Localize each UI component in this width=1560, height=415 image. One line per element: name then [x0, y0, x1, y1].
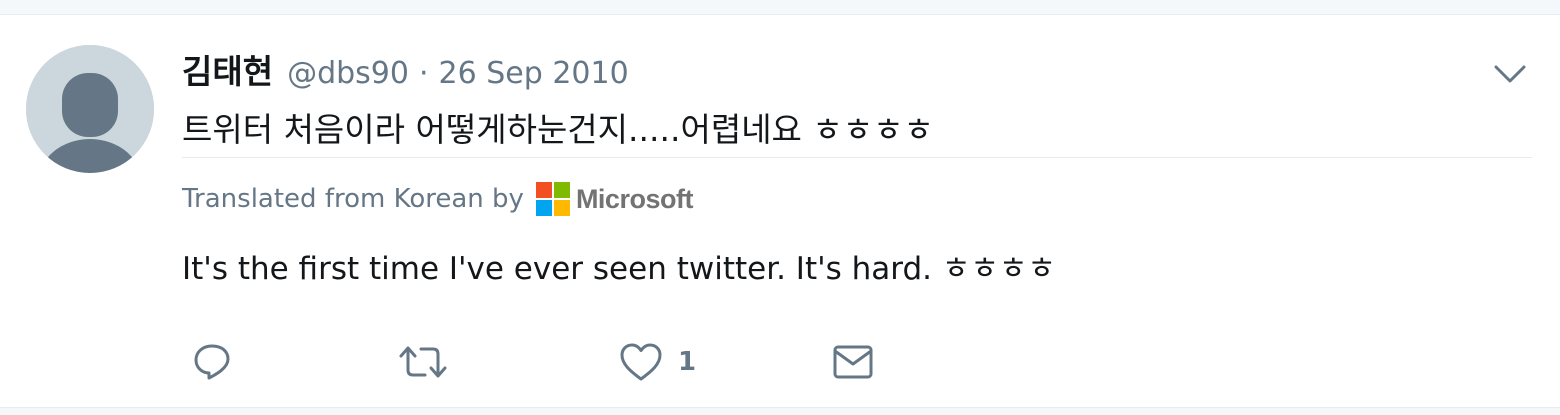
retweet-button[interactable]: [397, 337, 449, 387]
translator-name: Microsoft: [575, 183, 694, 214]
reply-button[interactable]: [190, 337, 234, 387]
divider: [182, 157, 1532, 158]
tweet-timestamp[interactable]: 26 Sep 2010: [439, 56, 629, 91]
retweet-icon: [399, 346, 447, 378]
heart-icon: [620, 343, 662, 381]
translation-label: Translated from Korean by: [182, 184, 524, 214]
microsoft-logo-icon: [535, 182, 570, 216]
default-avatar-icon: [26, 45, 154, 173]
translation-attribution: Translated from Korean by Microsoft: [182, 179, 693, 219]
envelope-icon: [833, 345, 873, 379]
direct-message-button[interactable]: [830, 337, 876, 387]
display-name[interactable]: 김태현: [182, 45, 273, 93]
chevron-down-icon: [1494, 65, 1526, 83]
avatar[interactable]: [26, 45, 154, 173]
translated-text: It's the first time I've ever seen twitt…: [182, 251, 1056, 287]
separator-dot: ·: [418, 56, 429, 91]
like-count: 1: [678, 347, 697, 377]
tweet-menu-button[interactable]: [1490, 59, 1530, 89]
like-button[interactable]: 1: [618, 337, 696, 387]
reply-bubble-icon: [194, 344, 230, 380]
tweet-header: 김태현 @dbs90 · 26 Sep 2010: [182, 45, 629, 91]
user-handle[interactable]: @dbs90: [287, 56, 409, 91]
tweet-card[interactable]: 김태현 @dbs90 · 26 Sep 2010 트위터 처음이라 어떻게하눈건…: [0, 14, 1560, 408]
tweet-text: 트위터 처음이라 어떻게하눈건지.....어렵네요 ㅎㅎㅎㅎ: [182, 110, 934, 149]
